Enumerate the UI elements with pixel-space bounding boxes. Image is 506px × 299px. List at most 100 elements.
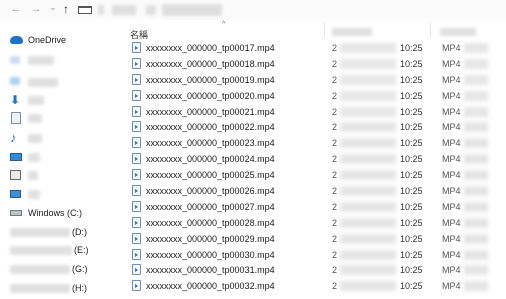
file-type: MP4 — [442, 106, 461, 117]
sidebar-item-music[interactable]: ♪ — [10, 131, 42, 145]
type-blur — [464, 58, 488, 69]
date-blur — [340, 106, 396, 117]
video-file-icon — [132, 185, 141, 197]
file-date: 2 — [332, 217, 338, 228]
sidebar-item-videos[interactable] — [10, 187, 40, 201]
video-file-icon — [132, 232, 141, 244]
type-blur — [464, 201, 488, 212]
sidebar-item-downloads[interactable]: ⬇ — [10, 93, 44, 107]
sidebar-item-label: (D:) — [72, 227, 87, 237]
column-divider[interactable] — [324, 22, 325, 38]
video-file-icon — [132, 280, 141, 292]
file-row[interactable]: xxxxxxxx_000000_tp00028.mp4 2 10:25 MP4 — [120, 215, 506, 231]
type-blur — [464, 281, 488, 292]
sidebar-item-label: (E:) — [74, 245, 89, 255]
file-time: 10:25 — [400, 138, 423, 149]
column-divider[interactable] — [430, 22, 431, 38]
date-blur — [340, 122, 396, 133]
address-blur[interactable] — [112, 5, 136, 15]
sidebar-item-drive-d[interactable]: (D:) — [10, 225, 87, 239]
type-blur — [464, 217, 488, 228]
file-time: 10:25 — [400, 281, 423, 292]
pictures-icon — [10, 169, 22, 181]
file-date: 2 — [332, 74, 338, 85]
file-type: MP4 — [442, 90, 461, 101]
sidebar-item-desktop-2[interactable] — [10, 150, 40, 164]
address-blur[interactable] — [162, 4, 222, 16]
forward-button[interactable]: → — [30, 3, 42, 15]
type-blur — [464, 122, 488, 133]
file-date: 2 — [332, 58, 338, 69]
file-type: MP4 — [442, 43, 461, 53]
video-file-icon — [132, 73, 141, 85]
file-row[interactable]: xxxxxxxx_000000_tp00018.mp4 2 10:25 MP4 — [120, 56, 506, 72]
file-date: 2 — [332, 43, 338, 53]
sidebar-item-drive-e[interactable]: (E:) — [10, 243, 89, 257]
file-row[interactable]: xxxxxxxx_000000_tp00031.mp4 2 10:25 MP4 — [120, 262, 506, 278]
column-header-date[interactable] — [332, 28, 372, 36]
video-file-icon — [132, 248, 141, 260]
type-blur — [464, 249, 488, 260]
file-type: MP4 — [442, 58, 461, 69]
cloud-icon — [10, 34, 23, 46]
sidebar-item-onedrive[interactable]: OneDrive — [10, 33, 66, 47]
sidebar-item-drive-h[interactable]: (H:) — [10, 281, 87, 295]
sidebar-item-3d[interactable] — [10, 53, 54, 67]
date-blur — [340, 138, 396, 149]
file-type: MP4 — [442, 281, 461, 292]
music-icon: ♪ — [10, 130, 17, 145]
address-blur[interactable] — [146, 5, 156, 15]
video-file-icon — [132, 200, 141, 212]
file-time: 10:25 — [400, 74, 423, 85]
address-blur[interactable] — [98, 5, 104, 15]
file-name: xxxxxxxx_000000_tp00017.mp4 — [146, 43, 275, 53]
file-row[interactable]: xxxxxxxx_000000_tp00017.mp4 2 10:25 MP4 — [120, 40, 506, 56]
up-button[interactable]: ↑ — [60, 3, 72, 15]
file-name: xxxxxxxx_000000_tp00030.mp4 — [146, 249, 275, 260]
video-file-icon — [132, 137, 141, 149]
file-row[interactable]: xxxxxxxx_000000_tp00027.mp4 2 10:25 MP4 — [120, 199, 506, 215]
file-row[interactable]: xxxxxxxx_000000_tp00029.mp4 2 10:25 MP4 — [120, 231, 506, 247]
recent-locations-dropdown[interactable]: ⌄ — [47, 1, 59, 13]
file-row[interactable]: xxxxxxxx_000000_tp00024.mp4 2 10:25 MP4 — [120, 151, 506, 167]
file-name: xxxxxxxx_000000_tp00029.mp4 — [146, 233, 275, 244]
file-row[interactable]: xxxxxxxx_000000_tp00022.mp4 2 10:25 MP4 — [120, 119, 506, 135]
file-type: MP4 — [442, 249, 461, 260]
file-row[interactable]: xxxxxxxx_000000_tp00025.mp4 2 10:25 MP4 — [120, 167, 506, 183]
file-name: xxxxxxxx_000000_tp00023.mp4 — [146, 138, 275, 149]
file-type: MP4 — [442, 122, 461, 133]
file-row[interactable]: xxxxxxxx_000000_tp00020.mp4 2 10:25 MP4 — [120, 88, 506, 104]
file-time: 10:25 — [400, 154, 423, 165]
file-list: xxxxxxxx_000000_tp00017.mp4 2 10:25 MP4 xxxx… — [120, 40, 506, 294]
file-name: xxxxxxxx_000000_tp00032.mp4 — [146, 281, 275, 292]
file-row[interactable]: xxxxxxxx_000000_tp00030.mp4 2 10:25 MP4 — [120, 247, 506, 263]
file-row[interactable]: xxxxxxxx_000000_tp00021.mp4 2 10:25 MP4 — [120, 104, 506, 120]
sidebar-item-drive-g[interactable]: (G:) — [10, 262, 88, 276]
file-row[interactable]: xxxxxxxx_000000_tp00023.mp4 2 10:25 MP4 — [120, 135, 506, 151]
file-name: xxxxxxxx_000000_tp00019.mp4 — [146, 74, 275, 85]
date-blur — [340, 265, 396, 276]
file-time: 10:25 — [400, 249, 423, 260]
file-type: MP4 — [442, 186, 461, 197]
type-blur — [464, 265, 488, 276]
type-blur — [464, 138, 488, 149]
date-blur — [340, 90, 396, 101]
file-row[interactable]: xxxxxxxx_000000_tp00019.mp4 2 10:25 MP4 — [120, 72, 506, 88]
file-time: 10:25 — [400, 265, 423, 276]
file-name: xxxxxxxx_000000_tp00031.mp4 — [146, 265, 275, 276]
sidebar-item-pictures[interactable] — [10, 168, 38, 182]
back-button[interactable]: ← — [10, 3, 22, 15]
file-time: 10:25 — [400, 233, 423, 244]
column-header-type[interactable] — [440, 28, 476, 36]
file-date: 2 — [332, 233, 338, 244]
sidebar-item-windows-c[interactable]: Windows (C:) — [10, 206, 82, 220]
file-time: 10:25 — [400, 122, 423, 133]
sidebar-item-documents[interactable] — [10, 111, 42, 125]
file-row[interactable]: xxxxxxxx_000000_tp00032.mp4 2 10:25 MP4 — [120, 278, 506, 294]
file-row[interactable]: xxxxxxxx_000000_tp00026.mp4 2 10:25 MP4 — [120, 183, 506, 199]
file-date: 2 — [332, 154, 338, 165]
sidebar-item-desktop[interactable] — [10, 75, 58, 89]
type-blur — [464, 74, 488, 85]
date-blur — [340, 74, 396, 85]
video-file-icon — [132, 216, 141, 228]
